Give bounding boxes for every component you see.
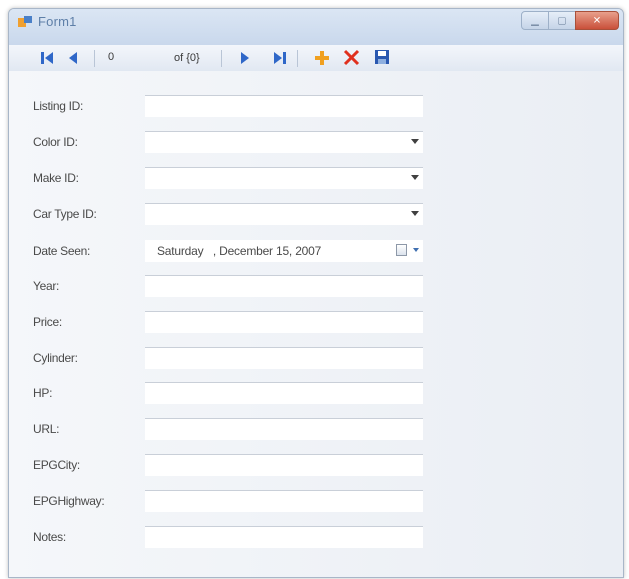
row-url: URL: bbox=[9, 414, 623, 444]
listing-id-input[interactable] bbox=[145, 95, 423, 117]
dropdown-arrow-icon[interactable] bbox=[411, 211, 419, 216]
delete-icon[interactable] bbox=[343, 49, 360, 66]
binding-navigator: 0 of {0} bbox=[9, 45, 623, 71]
row-date-seen: Date Seen: Saturday , December 15, 2007 bbox=[9, 236, 623, 266]
dropdown-arrow-icon[interactable] bbox=[413, 248, 419, 252]
app-icon bbox=[18, 16, 32, 27]
row-price: Price: bbox=[9, 307, 623, 337]
add-new-icon[interactable] bbox=[314, 50, 330, 66]
car-type-id-combobox[interactable] bbox=[145, 203, 423, 225]
move-first-icon[interactable] bbox=[40, 51, 54, 65]
label-price: Price: bbox=[33, 315, 62, 329]
notes-input[interactable] bbox=[145, 526, 423, 548]
label-epg-highway: EPGHighway: bbox=[33, 494, 105, 508]
epg-city-input[interactable] bbox=[145, 454, 423, 476]
move-next-icon[interactable] bbox=[240, 51, 250, 65]
label-date-seen: Date Seen: bbox=[33, 244, 91, 258]
close-button[interactable]: ✕ bbox=[575, 11, 619, 30]
window-title: Form1 bbox=[38, 14, 77, 29]
save-icon[interactable] bbox=[374, 49, 390, 65]
toolbar-separator bbox=[297, 50, 298, 67]
cylinder-input[interactable] bbox=[145, 347, 423, 369]
form-window: Form1 ▁ ▢ ✕ 0 of {0} Listing ID: Color I… bbox=[8, 8, 624, 578]
make-id-combobox[interactable] bbox=[145, 167, 423, 189]
dropdown-arrow-icon[interactable] bbox=[411, 139, 419, 144]
label-url: URL: bbox=[33, 422, 60, 436]
label-year: Year: bbox=[33, 279, 60, 293]
epg-highway-input[interactable] bbox=[145, 490, 423, 512]
row-hp: HP: bbox=[9, 378, 623, 408]
label-epg-city: EPGCity: bbox=[33, 458, 80, 472]
date-seen-picker[interactable]: Saturday , December 15, 2007 bbox=[145, 240, 423, 262]
position-field[interactable]: 0 bbox=[104, 50, 160, 65]
url-input[interactable] bbox=[145, 418, 423, 440]
row-cylinder: Cylinder: bbox=[9, 343, 623, 373]
count-label: of {0} bbox=[174, 52, 200, 64]
calendar-icon[interactable] bbox=[396, 244, 407, 256]
move-previous-icon[interactable] bbox=[68, 51, 78, 65]
move-last-icon[interactable] bbox=[273, 51, 287, 65]
label-car-type-id: Car Type ID: bbox=[33, 207, 97, 221]
maximize-button[interactable]: ▢ bbox=[548, 11, 576, 30]
minimize-button[interactable]: ▁ bbox=[521, 11, 549, 30]
minimize-icon: ▁ bbox=[531, 15, 539, 26]
window-controls: ▁ ▢ ✕ bbox=[521, 11, 619, 30]
row-year: Year: bbox=[9, 271, 623, 301]
label-notes: Notes: bbox=[33, 530, 66, 544]
row-make-id: Make ID: bbox=[9, 163, 623, 193]
title-bar: Form1 ▁ ▢ ✕ bbox=[9, 9, 623, 45]
row-car-type-id: Car Type ID: bbox=[9, 199, 623, 229]
label-color-id: Color ID: bbox=[33, 135, 78, 149]
label-make-id: Make ID: bbox=[33, 171, 79, 185]
row-notes: Notes: bbox=[9, 522, 623, 552]
row-color-id: Color ID: bbox=[9, 127, 623, 157]
hp-input[interactable] bbox=[145, 382, 423, 404]
close-icon: ✕ bbox=[592, 15, 602, 26]
label-hp: HP: bbox=[33, 386, 53, 400]
row-epg-highway: EPGHighway: bbox=[9, 486, 623, 516]
row-epg-city: EPGCity: bbox=[9, 450, 623, 480]
year-input[interactable] bbox=[145, 275, 423, 297]
maximize-icon: ▢ bbox=[557, 15, 567, 26]
form-body: Listing ID: Color ID: Make ID: Car Type … bbox=[9, 71, 623, 577]
label-listing-id: Listing ID: bbox=[33, 99, 84, 113]
label-cylinder: Cylinder: bbox=[33, 351, 78, 365]
toolbar-separator bbox=[221, 50, 222, 67]
color-id-combobox[interactable] bbox=[145, 131, 423, 153]
dropdown-arrow-icon[interactable] bbox=[411, 175, 419, 180]
toolbar-separator bbox=[94, 50, 95, 67]
date-seen-value: Saturday , December 15, 2007 bbox=[157, 244, 322, 258]
price-input[interactable] bbox=[145, 311, 423, 333]
row-listing-id: Listing ID: bbox=[9, 91, 623, 121]
